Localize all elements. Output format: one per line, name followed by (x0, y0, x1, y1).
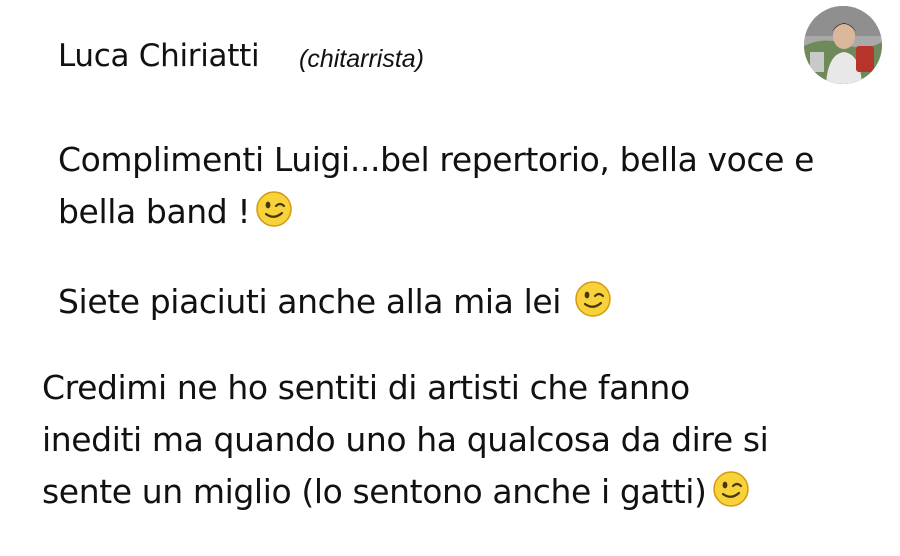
comment-text: bella band ! (58, 192, 251, 231)
comment-line: inediti ma quando uno ha qualcosa da dir… (42, 414, 769, 466)
comment-paragraph-3: Credimi ne ho sentiti di artisti che fan… (42, 362, 769, 524)
comment-text: Credimi ne ho sentiti di artisti che fan… (42, 368, 690, 407)
comment-paragraph-1: Complimenti Luigi...bel repertorio, bell… (58, 134, 814, 244)
wink-emoji-icon (573, 279, 613, 334)
wink-emoji-icon (254, 189, 294, 244)
comment-text: inediti ma quando uno ha qualcosa da dir… (42, 420, 769, 459)
author-role: (chitarrista) (299, 45, 425, 73)
comment-line: Complimenti Luigi...bel repertorio, bell… (58, 134, 814, 186)
comment-paragraph-2: Siete piaciuti anche alla mia lei (58, 276, 613, 334)
comment-line: sente un miglio (lo sentono anche i gatt… (42, 466, 768, 524)
comment-line: bella band ! (58, 186, 814, 244)
author-name[interactable]: Luca Chiriatti (58, 38, 260, 74)
wink-emoji-icon (711, 469, 751, 524)
comment-text: sente un miglio (lo sentono anche i gatt… (42, 472, 707, 511)
comment-line: Credimi ne ho sentiti di artisti che fan… (42, 362, 768, 414)
avatar[interactable] (804, 6, 882, 84)
comment-text: Siete piaciuti anche alla mia lei (58, 282, 562, 321)
comment-text: Complimenti Luigi...bel repertorio, bell… (58, 140, 815, 179)
comment-line: Siete piaciuti anche alla mia lei (58, 276, 613, 334)
